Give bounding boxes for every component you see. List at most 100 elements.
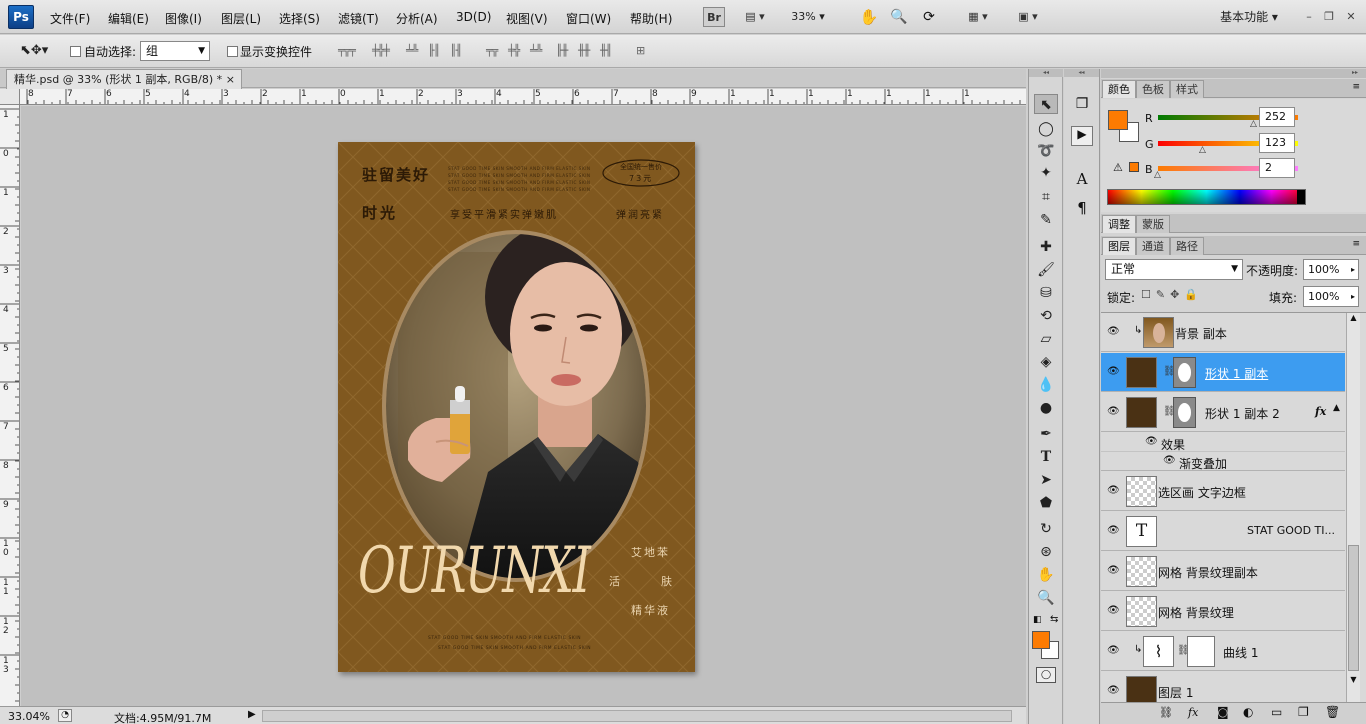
path-selection-icon[interactable]: ➤ — [1034, 470, 1058, 490]
g-value-field[interactable]: 123 — [1259, 133, 1295, 153]
opacity-arrow-icon[interactable]: ▸ — [1351, 260, 1355, 279]
new-layer-icon[interactable]: ❐ — [1298, 705, 1309, 719]
b-slider-handle-icon[interactable]: △ — [1154, 170, 1161, 180]
visibility-eye-icon[interactable]: 👁 — [1107, 605, 1121, 617]
menu-layer[interactable]: 图层(L) — [221, 10, 261, 27]
visibility-eye-icon[interactable]: 👁 — [1107, 685, 1121, 697]
close-icon[interactable]: ✕ — [1342, 7, 1360, 27]
swap-colors-icon[interactable]: ⇆ — [1050, 614, 1058, 625]
menu-view[interactable]: 视图(V) — [506, 10, 548, 27]
fill-arrow-icon[interactable]: ▸ — [1351, 287, 1355, 306]
lasso-tool-icon[interactable]: ➰ — [1034, 141, 1058, 161]
shape-tool-icon[interactable]: ⬟ — [1034, 493, 1058, 513]
blend-mode-dropdown[interactable]: 正常 ▼ — [1105, 259, 1243, 280]
tab-color[interactable]: 颜色 — [1102, 80, 1136, 98]
view-extras-icon[interactable]: ▤ ▾ — [738, 7, 772, 27]
align-top-icon[interactable]: ╤╦╤ — [338, 44, 356, 58]
default-colors-icon[interactable]: ◧ — [1033, 615, 1042, 625]
document-tab[interactable]: 精华.psd @ 33% (形状 1 副本, RGB/8) * × — [6, 69, 242, 89]
r-value-field[interactable]: 252 — [1259, 107, 1295, 127]
menu-3d[interactable]: 3D(D) — [456, 10, 491, 24]
expand-effects-icon[interactable]: ▲ — [1333, 403, 1340, 413]
link-layers-icon[interactable]: ⛓ — [1159, 706, 1173, 719]
layer-row[interactable]: 👁 ↳ ⌇ ⛓ 曲线 1 — [1101, 632, 1345, 671]
zoom-status[interactable]: 33.04% — [8, 710, 50, 723]
eyedropper-icon[interactable]: ✎ — [1034, 210, 1058, 230]
new-adjustment-icon[interactable]: ◐ — [1243, 705, 1253, 719]
hand-tool-icon-2[interactable]: ✋ — [1034, 565, 1058, 585]
distribute-top-icon[interactable]: ╤╦ — [486, 44, 498, 58]
gamut-warning-icon[interactable]: ⚠ — [1113, 161, 1123, 174]
lock-options-icon[interactable]: ☐✎✥🔒 — [1141, 288, 1203, 301]
layer-row[interactable]: 👁 图层 1 — [1101, 672, 1345, 702]
layer-row-selected[interactable]: 👁 ⛓ 形状 1 副本 — [1101, 353, 1345, 392]
eraser-tool-icon[interactable]: ▱ — [1034, 329, 1058, 349]
character-panel-icon[interactable]: A — [1071, 170, 1093, 190]
3d-rotate-icon[interactable]: ↻ — [1034, 519, 1058, 539]
history-brush-icon[interactable]: ⟲ — [1034, 306, 1058, 326]
status-menu-arrow-icon[interactable]: ▶ — [248, 709, 256, 720]
effects-row[interactable]: 👁 效果 — [1101, 433, 1345, 452]
effect-eye-icon[interactable]: 👁 — [1163, 455, 1176, 466]
menu-file[interactable]: 文件(F) — [50, 10, 90, 27]
paragraph-panel-icon[interactable]: ¶ — [1071, 199, 1093, 219]
brush-tool-icon[interactable]: 🖌 — [1034, 260, 1058, 280]
layer-row[interactable]: 👁 T STAT GOOD TI... — [1101, 512, 1345, 551]
status-info-icon[interactable]: ◔ — [58, 709, 72, 722]
layer-row[interactable]: 👁 ⛓ 形状 1 副本 2 fx ▲ — [1101, 393, 1345, 432]
menu-window[interactable]: 窗口(W) — [566, 10, 611, 27]
show-transform-checkbox[interactable] — [227, 46, 238, 57]
menu-select[interactable]: 选择(S) — [279, 10, 320, 27]
minimize-icon[interactable]: – — [1300, 7, 1318, 27]
distribute-right-icon[interactable]: ╫╢ — [600, 44, 612, 58]
auto-select-checkbox[interactable] — [70, 46, 81, 57]
horizontal-scrollbar[interactable] — [262, 710, 1012, 722]
align-vcenter-icon[interactable]: ╪╬╪ — [372, 44, 390, 58]
menu-analysis[interactable]: 分析(A) — [396, 10, 438, 27]
crop-tool-icon[interactable]: ⌗ — [1034, 187, 1058, 207]
visibility-eye-icon[interactable]: 👁 — [1107, 565, 1121, 577]
pen-tool-icon[interactable]: ✒ — [1034, 424, 1058, 444]
menu-filter[interactable]: 滤镜(T) — [338, 10, 379, 27]
b-value-field[interactable]: 2 — [1259, 158, 1295, 178]
bridge-button[interactable]: Br — [703, 7, 725, 27]
effect-item-row[interactable]: 👁 渐变叠加 — [1101, 452, 1345, 471]
color-spectrum-black[interactable] — [1297, 190, 1305, 204]
fill-field[interactable]: 100% ▸ — [1303, 286, 1359, 307]
hand-tool-icon[interactable]: ✋ — [858, 7, 880, 27]
screen-mode-icon[interactable]: ▣ ▾ — [1010, 7, 1046, 27]
workspace-switcher[interactable]: 基本功能 ▾ — [1210, 7, 1288, 27]
ruler-origin[interactable] — [0, 89, 20, 105]
layers-scrollbar[interactable]: ▲ ▼ — [1346, 313, 1360, 702]
close-document-icon[interactable]: × — [226, 70, 235, 89]
strip-expand-icon[interactable]: ◂◂ — [1064, 69, 1099, 77]
restore-icon[interactable]: ❐ — [1320, 7, 1338, 27]
new-group-icon[interactable]: ▭ — [1271, 705, 1282, 719]
distribute-bottom-icon[interactable]: ╧╩ — [530, 44, 542, 58]
toolbar-collapse-icon[interactable]: ◂◂ — [1029, 69, 1063, 77]
layer-row[interactable]: 👁 网格 背景纹理 — [1101, 592, 1345, 631]
auto-align-icon[interactable]: ⊞ — [636, 44, 645, 58]
tab-styles[interactable]: 样式 — [1170, 80, 1204, 98]
distribute-vcenter-icon[interactable]: ╪╬ — [508, 44, 520, 58]
menu-edit[interactable]: 编辑(E) — [108, 10, 149, 27]
scroll-up-icon[interactable]: ▲ — [1347, 313, 1360, 325]
tab-layers[interactable]: 图层 — [1102, 237, 1136, 255]
actions-panel-icon[interactable]: ▶ — [1071, 126, 1093, 146]
move-tool-preset-icon[interactable]: ⬉✥▾ — [20, 43, 56, 61]
opacity-field[interactable]: 100% ▸ — [1303, 259, 1359, 280]
blur-tool-icon[interactable]: 💧 — [1034, 375, 1058, 395]
zoom-level-dropdown[interactable]: 33% ▾ — [788, 7, 828, 27]
rotate-view-icon[interactable]: ⟳ — [918, 7, 940, 27]
g-slider-handle-icon[interactable]: △ — [1199, 145, 1206, 155]
scroll-down-icon[interactable]: ▼ — [1347, 675, 1360, 687]
align-bottom-icon[interactable]: ╧╩ — [406, 44, 418, 58]
tab-adjustments[interactable]: 调整 — [1102, 215, 1136, 233]
layer-row[interactable]: 👁 ↳ 背景 副本 — [1101, 313, 1345, 352]
distribute-hcenter-icon[interactable]: ╫╫ — [578, 44, 590, 58]
visibility-eye-icon[interactable]: 👁 — [1107, 406, 1121, 418]
clone-stamp-icon[interactable]: ⛁ — [1034, 283, 1058, 303]
tab-paths[interactable]: 路径 — [1170, 237, 1204, 255]
visibility-eye-icon[interactable]: 👁 — [1107, 326, 1121, 338]
marquee-tool-icon[interactable]: ◯ — [1034, 119, 1058, 139]
